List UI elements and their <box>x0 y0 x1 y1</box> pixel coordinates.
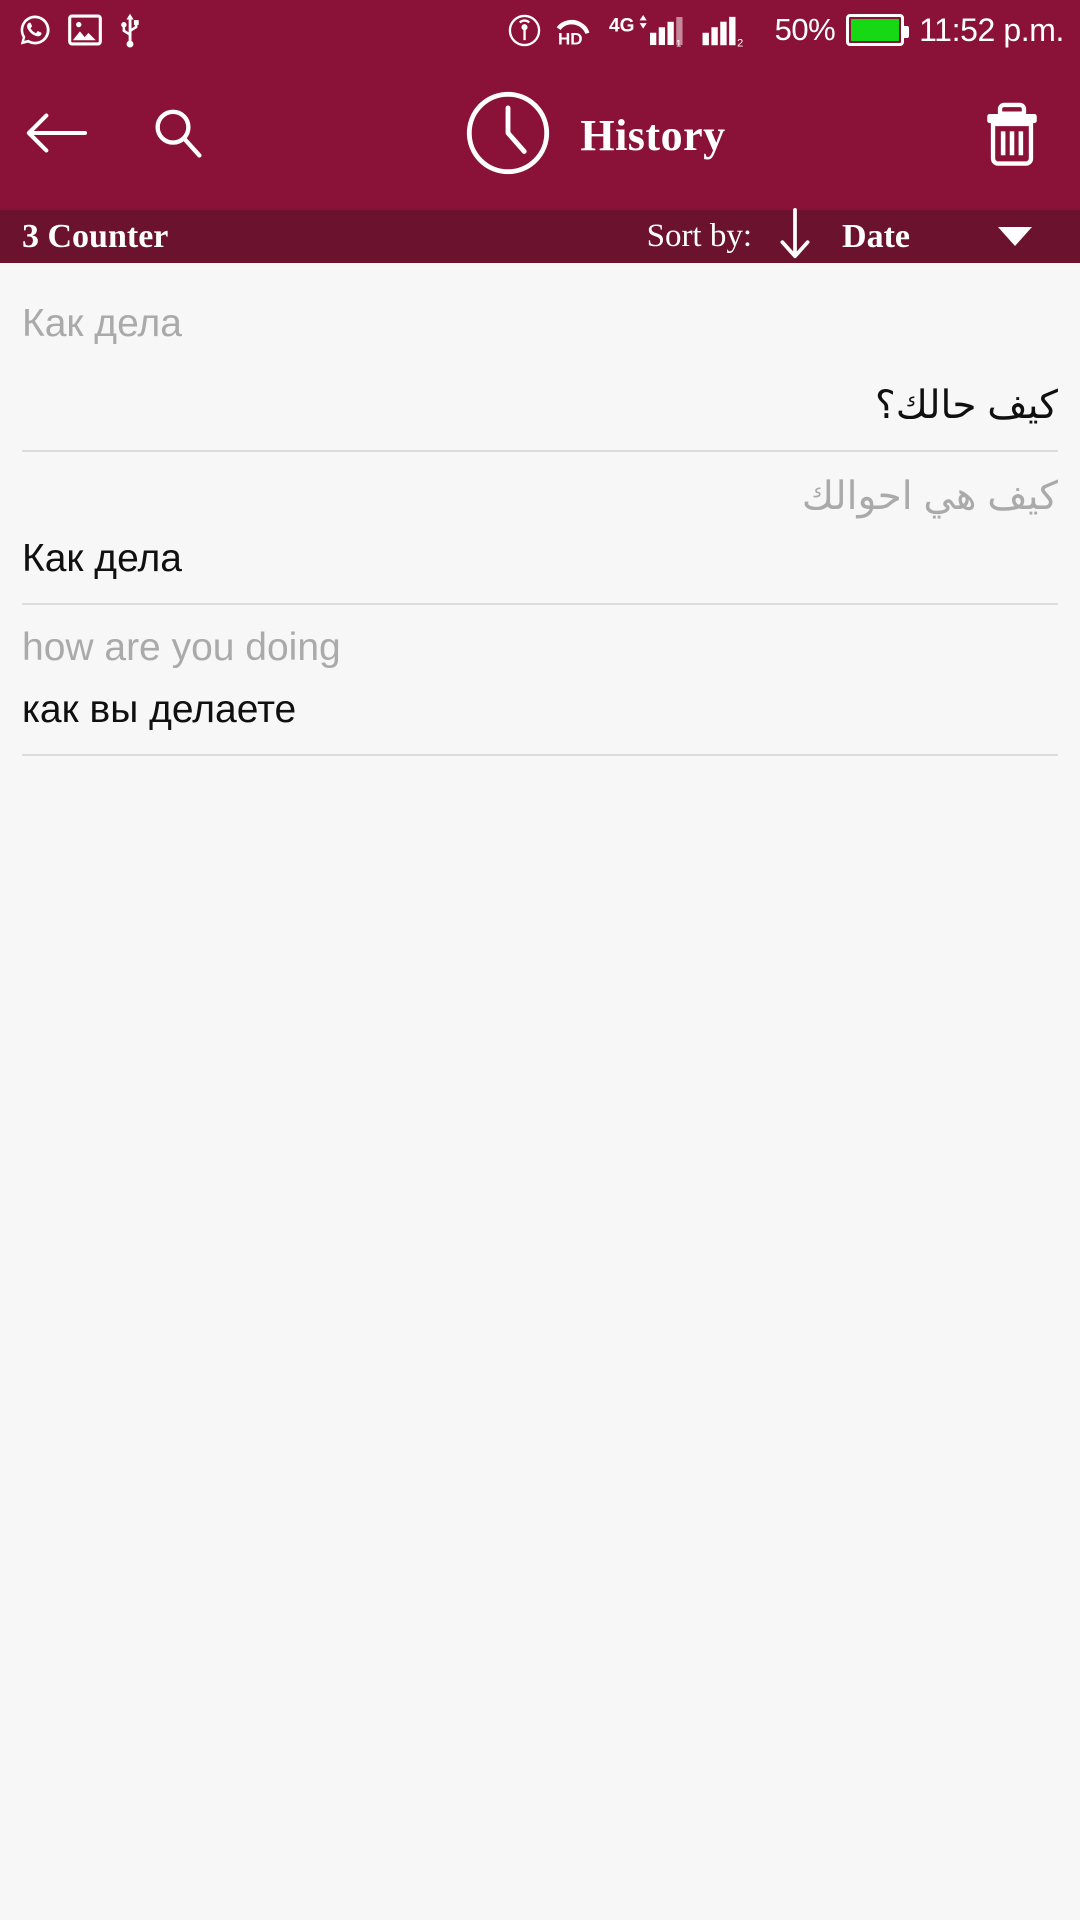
list-item[interactable]: how are you doing как вы делаете <box>0 625 1080 757</box>
sort-direction-button[interactable] <box>778 208 812 265</box>
whatsapp-icon <box>18 13 52 47</box>
history-list: Как дела كيف حالك؟ كيف هي احوالك Как дел… <box>0 263 1080 1920</box>
list-divider <box>22 450 1058 453</box>
list-item[interactable]: كيف هي احوالك Как дела <box>0 474 1080 606</box>
usb-icon <box>118 12 142 48</box>
caret-down-icon[interactable] <box>998 227 1032 246</box>
svg-text:4G: 4G <box>609 15 635 36</box>
history-source-text: how are you doing <box>22 626 341 670</box>
battery-percent-label: 50% <box>774 12 836 47</box>
list-divider <box>22 754 1058 757</box>
status-bar-left-icons <box>18 12 142 48</box>
list-divider <box>22 603 1058 606</box>
status-bar-clock: 11:52 p.m. <box>919 11 1064 48</box>
svg-text:1: 1 <box>676 38 681 48</box>
history-target-text: Как дела <box>22 537 182 581</box>
history-screen: HD 4G 1 2 50% 11:52 p.m. History 3 Count… <box>0 0 1080 1920</box>
sort-bar: 3 Counter Sort by: Date <box>0 208 1080 265</box>
page-title: History <box>580 110 726 160</box>
app-bar-title-group: History <box>224 89 966 182</box>
svg-text:HD: HD <box>558 29 583 47</box>
svg-text:2: 2 <box>737 38 743 48</box>
sort-control-group[interactable]: Sort by: Date <box>646 208 1080 265</box>
history-counter-label: 3 Counter <box>22 217 169 255</box>
status-bar-right-icons: HD 4G 1 2 50% 11:52 p.m. <box>508 12 1064 49</box>
hotspot-icon <box>508 14 541 47</box>
history-source-text: Как дела <box>22 302 182 345</box>
clock-icon <box>464 89 552 182</box>
status-bar: HD 4G 1 2 50% 11:52 p.m. <box>0 0 1080 60</box>
history-target-text: كيف حالك؟ <box>875 384 1058 428</box>
history-source-text: كيف هي احوالك <box>801 475 1058 519</box>
sort-value-label[interactable]: Date <box>842 218 910 256</box>
battery-icon <box>846 14 910 46</box>
search-icon <box>151 106 205 165</box>
app-bar: History <box>0 60 1080 210</box>
history-target-text: как вы делаете <box>22 688 297 732</box>
battery-fill <box>851 19 900 41</box>
screenshot-image-icon <box>68 14 102 46</box>
4g-signal-icon: 4G 1 <box>609 12 691 48</box>
search-button[interactable] <box>132 89 224 181</box>
arrow-down-icon <box>778 208 812 265</box>
delete-all-button[interactable] <box>966 89 1058 181</box>
trash-icon <box>983 100 1041 171</box>
arrow-left-icon <box>25 109 88 162</box>
list-item[interactable]: Как дела كيف حالك؟ <box>0 301 1080 453</box>
volte-hd-icon: HD <box>552 13 598 47</box>
sort-by-label: Sort by: <box>646 218 753 254</box>
signal-bars-icon: 2 <box>702 12 764 48</box>
back-button[interactable] <box>10 89 102 181</box>
